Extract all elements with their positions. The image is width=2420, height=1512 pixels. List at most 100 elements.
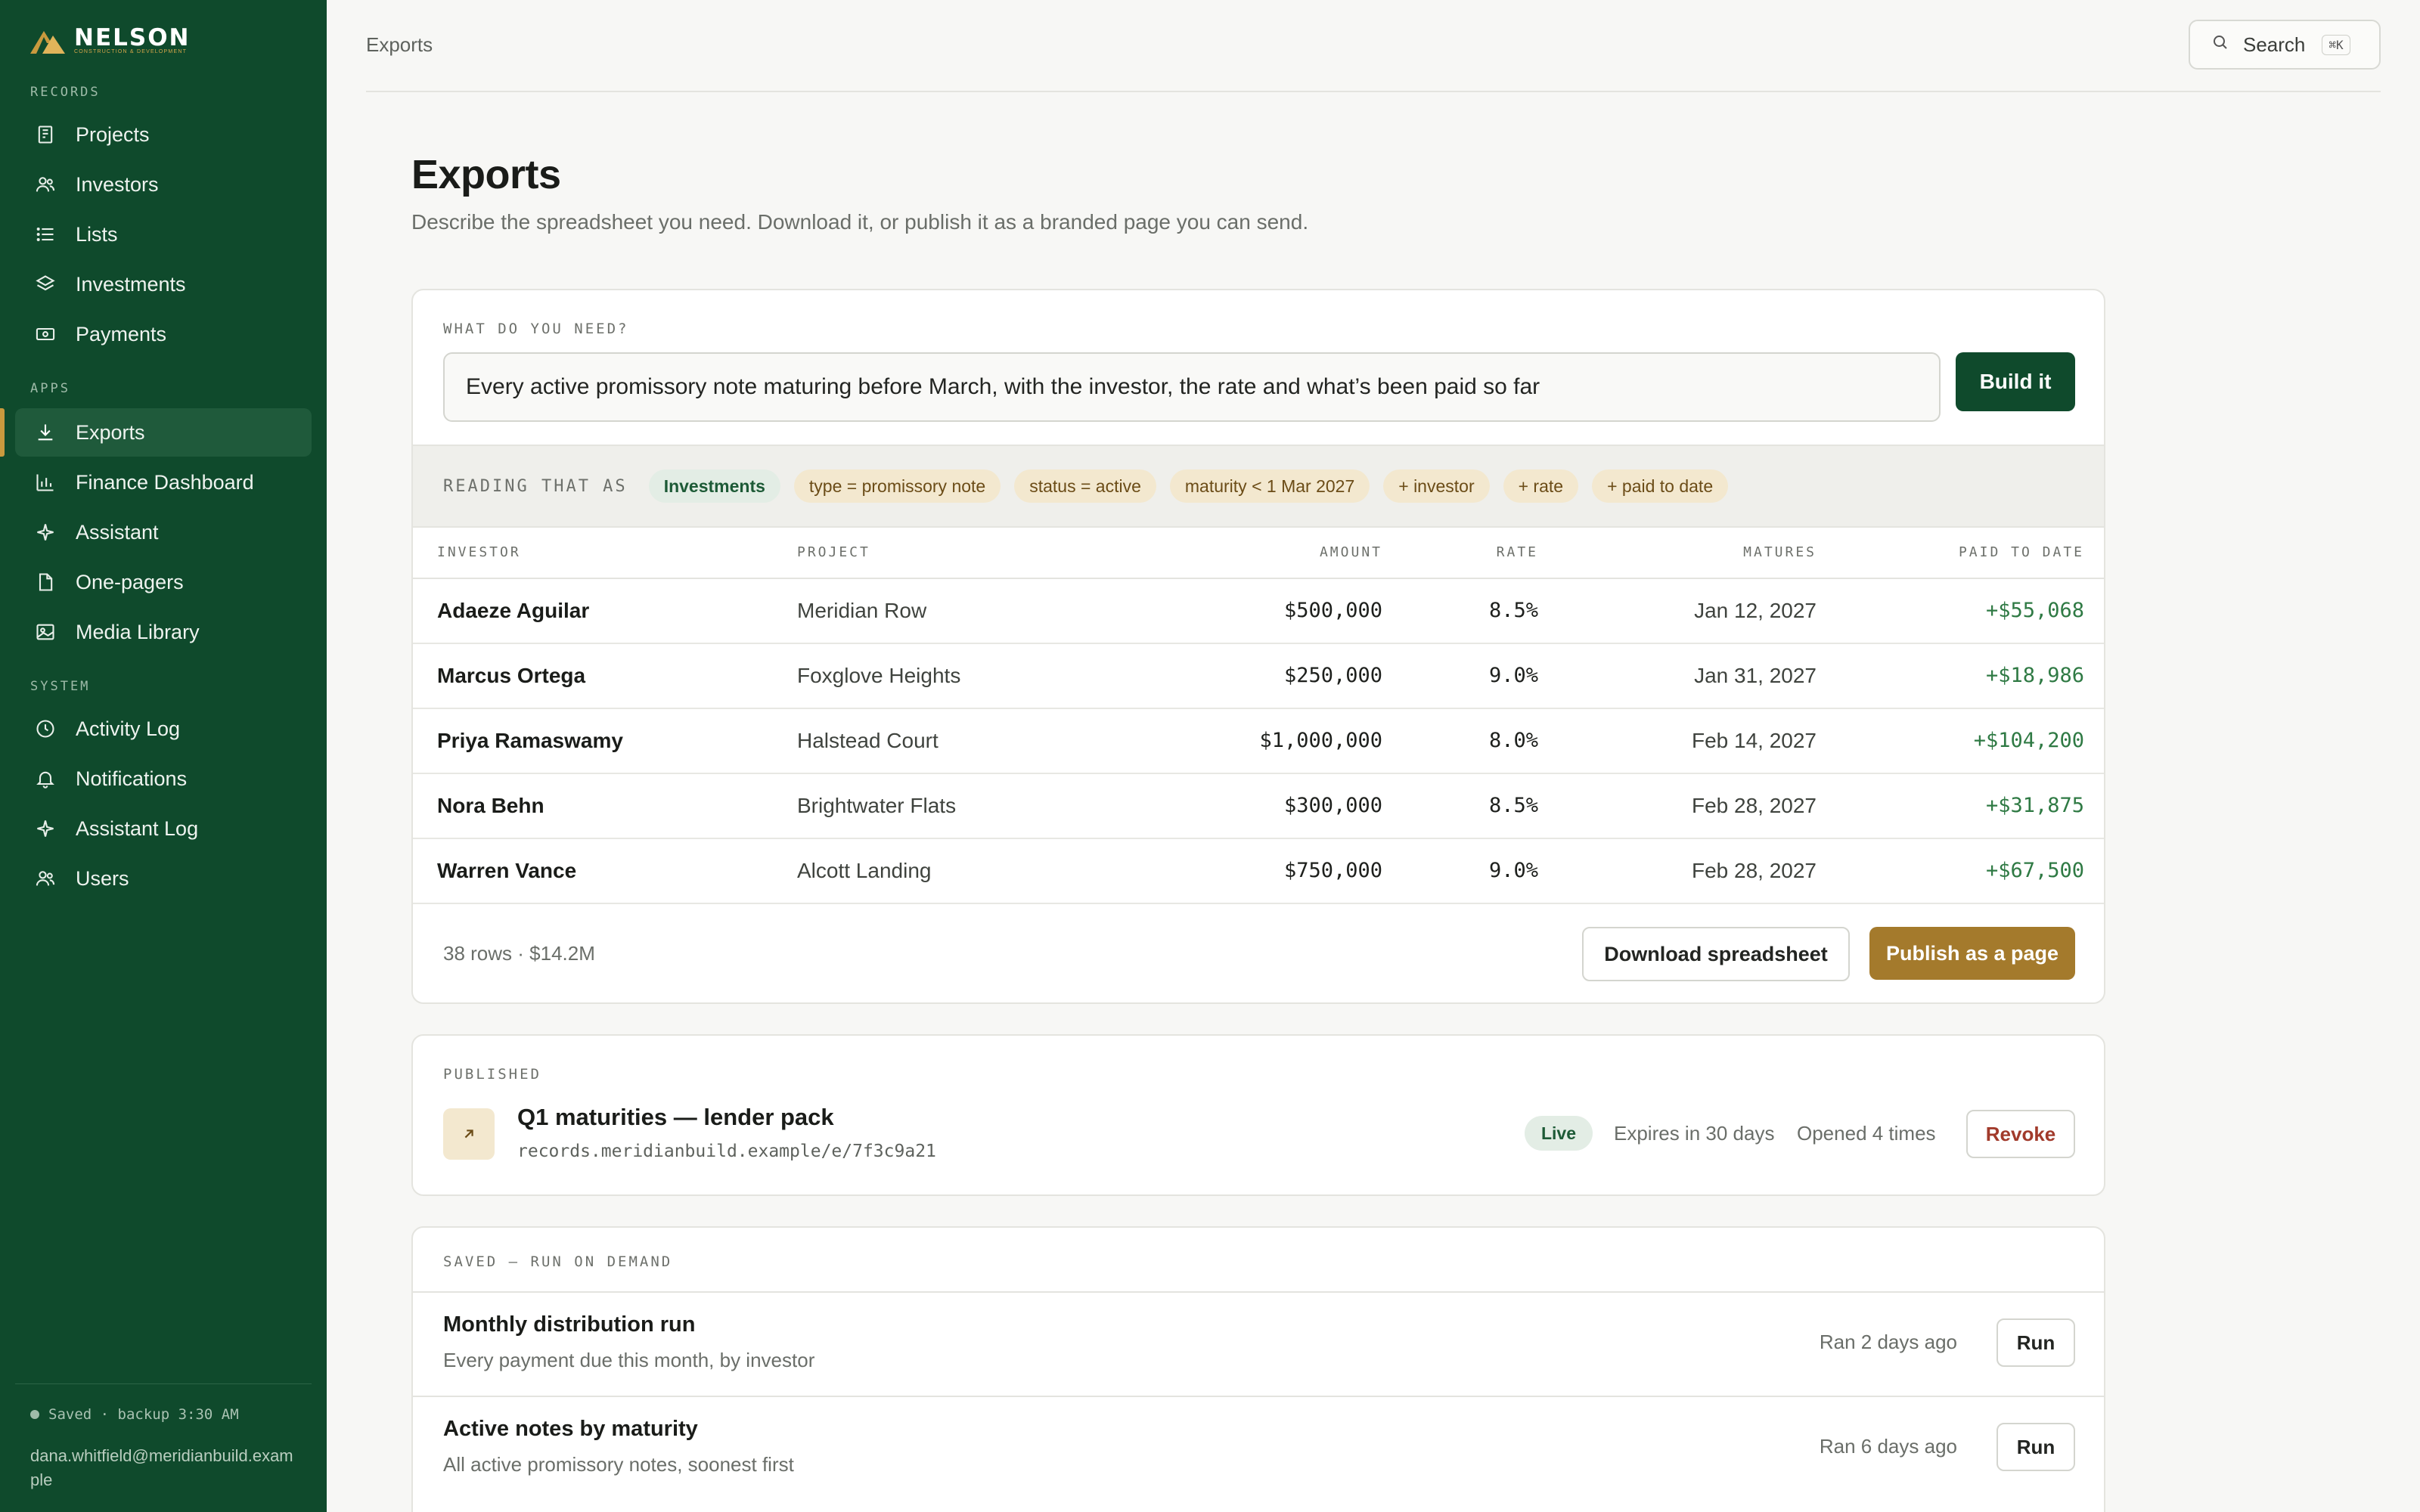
column-header-rate[interactable]: RATE xyxy=(1497,544,1538,560)
filter-chip[interactable]: + paid to date xyxy=(1592,469,1729,503)
sidebar-item-assistant-log[interactable]: Assistant Log xyxy=(15,804,312,853)
download-spreadsheet-button[interactable]: Download spreadsheet xyxy=(1582,927,1850,981)
image-icon xyxy=(35,621,56,643)
sidebar-item-media-library[interactable]: Media Library xyxy=(15,608,312,656)
saved-label: SAVED — RUN ON DEMAND xyxy=(443,1253,673,1270)
saved-export-row[interactable]: Active notes by maturity All active prom… xyxy=(413,1396,2104,1500)
investor-name: Adaeze Aguilar xyxy=(437,599,590,622)
investor-name: Marcus Ortega xyxy=(437,664,586,687)
published-card: PUBLISHED Q1 maturities — lender pack re… xyxy=(411,1034,2105,1196)
paid-to-date-value: +$18,986 xyxy=(1985,664,2084,687)
filter-chip[interactable]: + rate xyxy=(1503,469,1579,503)
published-title[interactable]: Q1 maturities — lender pack xyxy=(517,1104,834,1131)
column-header-matures[interactable]: MATURES xyxy=(1743,544,1817,560)
active-indicator xyxy=(0,408,5,457)
build-button[interactable]: Build it xyxy=(1956,352,2075,411)
sidebar-item-label: Finance Dashboard xyxy=(76,470,254,494)
column-header-project[interactable]: PROJECT xyxy=(797,544,870,560)
sidebar-item-projects[interactable]: Projects xyxy=(15,110,312,159)
sidebar-item-exports[interactable]: Exports xyxy=(15,408,312,457)
section-records: RECORDS xyxy=(30,85,101,100)
maturity-date: Jan 12, 2027 xyxy=(1694,599,1817,622)
sparkle-icon xyxy=(35,522,56,543)
saved-export-title: Monthly distribution run xyxy=(443,1312,696,1337)
sidebar-item-payments[interactable]: Payments xyxy=(15,310,312,358)
sidebar-item-label: Notifications xyxy=(76,767,188,790)
column-header-amount[interactable]: AMOUNT xyxy=(1320,544,1382,560)
saved-export-title: Active notes by maturity xyxy=(443,1417,698,1441)
logo-mark-icon xyxy=(30,30,65,54)
table-row[interactable]: Adaeze Aguilar Meridian Row $500,000 8.5… xyxy=(413,579,2104,644)
last-run-text: Ran 2 days ago xyxy=(1819,1331,1957,1353)
project-name: Foxglove Heights xyxy=(797,664,961,687)
breadcrumb: Exports xyxy=(366,33,433,56)
sidebar-item-lists[interactable]: Lists xyxy=(15,210,312,259)
search-label: Search xyxy=(2243,33,2306,56)
investor-name: Nora Behn xyxy=(437,794,544,817)
amount-value: $300,000 xyxy=(1283,794,1382,817)
sidebar-item-one-pagers[interactable]: One-pagers xyxy=(15,558,312,606)
sidebar-item-label: Lists xyxy=(76,222,118,246)
layers-icon xyxy=(35,274,56,295)
sidebar-item-investors[interactable]: Investors xyxy=(15,160,312,209)
backup-status-text: Saved · backup 3:30 AM xyxy=(48,1406,239,1423)
rate-value: 8.5% xyxy=(1488,794,1538,817)
brand-name: NELSON xyxy=(74,24,191,51)
sidebar-item-label: Investors xyxy=(76,172,159,196)
filter-chip[interactable]: status = active xyxy=(1014,469,1156,503)
sidebar-item-label: Activity Log xyxy=(76,717,181,740)
building-icon xyxy=(35,124,56,145)
saved-export-row[interactable]: Monthly distribution run Every payment d… xyxy=(413,1291,2104,1396)
sparkle-icon xyxy=(35,818,56,839)
run-button[interactable]: Run xyxy=(1996,1318,2075,1367)
sidebar-item-finance-dashboard[interactable]: Finance Dashboard xyxy=(15,458,312,507)
file-icon xyxy=(35,572,56,593)
query-label: WHAT DO YOU NEED? xyxy=(443,321,629,337)
filter-chip[interactable]: maturity < 1 Mar 2027 xyxy=(1169,469,1370,503)
filter-chip[interactable]: Investments xyxy=(648,469,780,503)
column-header-paid-to-date[interactable]: PAID TO DATE xyxy=(1959,544,2084,560)
cash-icon xyxy=(35,324,56,345)
sidebar-item-label: Investments xyxy=(76,272,186,296)
table-row[interactable]: Nora Behn Brightwater Flats $300,000 8.5… xyxy=(413,774,2104,839)
search-button[interactable]: Search ⌘K xyxy=(2189,20,2381,70)
backup-status: Saved · backup 3:30 AM xyxy=(30,1406,239,1423)
query-input[interactable]: Every active promissory note maturing be… xyxy=(443,352,1941,422)
sidebar-item-label: Users xyxy=(76,866,129,890)
amount-value: $250,000 xyxy=(1283,664,1382,687)
table-row[interactable]: Warren Vance Alcott Landing $750,000 9.0… xyxy=(413,839,2104,904)
bar-chart-icon xyxy=(35,472,56,493)
column-header-investor[interactable]: INVESTOR xyxy=(437,544,521,560)
sidebar-item-label: Assistant Log xyxy=(76,816,199,840)
filter-chip[interactable]: type = promissory note xyxy=(793,469,1001,503)
maturity-date: Jan 31, 2027 xyxy=(1694,664,1817,687)
expiry-text: Expires in 30 days xyxy=(1614,1122,1775,1145)
saved-exports-card: SAVED — RUN ON DEMAND Monthly distributi… xyxy=(411,1226,2105,1512)
page-title: Exports xyxy=(411,152,561,197)
sidebar-item-investments[interactable]: Investments xyxy=(15,260,312,308)
table-row[interactable]: Priya Ramaswamy Halstead Court $1,000,00… xyxy=(413,709,2104,774)
sidebar-item-notifications[interactable]: Notifications xyxy=(15,754,312,803)
page-subtitle: Describe the spreadsheet you need. Downl… xyxy=(411,210,1309,234)
sidebar-item-activity-log[interactable]: Activity Log xyxy=(15,705,312,753)
publish-page-button[interactable]: Publish as a page xyxy=(1869,927,2075,980)
sidebar-item-label: Assistant xyxy=(76,520,159,544)
section-apps: APPS xyxy=(30,381,70,396)
brand-logo[interactable]: NELSON CONSTRUCTION & DEVELOPMENT xyxy=(30,26,191,55)
sidebar-item-assistant[interactable]: Assistant xyxy=(15,508,312,556)
published-url[interactable]: records.meridianbuild.example/e/7f3c9a21 xyxy=(517,1142,936,1161)
amount-value: $1,000,000 xyxy=(1259,729,1382,752)
status-dot-icon xyxy=(30,1410,39,1419)
filter-chip[interactable]: + investor xyxy=(1383,469,1490,503)
table-header: INVESTOR PROJECT AMOUNT RATE MATURES PAI… xyxy=(413,528,2104,579)
table-row[interactable]: Marcus Ortega Foxglove Heights $250,000 … xyxy=(413,644,2104,709)
user-email[interactable]: dana.whitfield@meridianbuild.example xyxy=(30,1444,295,1492)
revoke-button[interactable]: Revoke xyxy=(1966,1110,2075,1158)
sidebar-item-label: Media Library xyxy=(76,620,200,643)
sidebar-item-users[interactable]: Users xyxy=(15,854,312,903)
published-label: PUBLISHED xyxy=(443,1066,541,1083)
run-button[interactable]: Run xyxy=(1996,1423,2075,1471)
maturity-date: Feb 28, 2027 xyxy=(1691,794,1817,817)
saved-export-description: All active promissory notes, soonest fir… xyxy=(443,1453,794,1476)
external-link-icon[interactable] xyxy=(443,1108,495,1160)
